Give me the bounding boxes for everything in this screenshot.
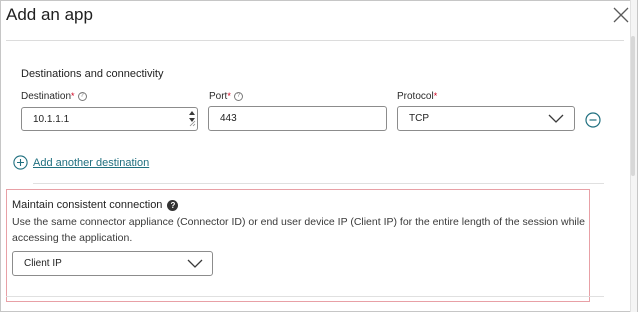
consistent-connection-description: Use the same connector appliance (Connec… (12, 216, 585, 244)
section-title-destinations: Destinations and connectivity (21, 68, 164, 80)
spin-stepper-icon[interactable] (188, 109, 196, 127)
question-circle-icon[interactable]: ? (167, 199, 179, 211)
header-divider (6, 40, 624, 41)
protocol-select[interactable]: TCP (397, 106, 575, 131)
protocol-label: Protocol* (397, 91, 437, 102)
required-marker: * (433, 91, 438, 101)
close-icon[interactable] (612, 6, 630, 24)
destination-label: Destination*? (21, 91, 87, 102)
protocol-label-text: Protocol (397, 91, 434, 102)
section-divider (6, 296, 604, 297)
question-circle-icon[interactable]: ? (77, 91, 87, 101)
protocol-value: TCP (409, 113, 429, 124)
scrollbar-thumb[interactable] (631, 36, 635, 176)
minus-circle-icon[interactable] (585, 112, 601, 128)
consistent-connection-value: Client IP (24, 258, 62, 269)
destination-value: 10.1.1.1 (33, 113, 70, 125)
add-destination-link[interactable]: Add another destination (13, 155, 149, 170)
consistent-connection-title-text: Maintain consistent connection (12, 199, 163, 211)
consistent-connection-title: Maintain consistent connection? (12, 199, 179, 211)
chevron-down-icon (548, 114, 564, 123)
add-destination-label: Add another destination (33, 156, 150, 169)
port-field[interactable]: 443 (208, 106, 387, 131)
chevron-down-icon (187, 259, 203, 268)
required-marker: * (227, 91, 231, 101)
dialog-title: Add an app (6, 5, 93, 24)
plus-circle-icon (13, 155, 28, 170)
port-label: Port*? (209, 91, 243, 102)
destination-field[interactable]: 10.1.1.1 (21, 107, 198, 131)
port-label-text: Port (209, 91, 228, 102)
question-circle-icon[interactable]: ? (233, 91, 243, 101)
destination-label-text: Destination (21, 91, 72, 102)
required-marker: * (71, 91, 75, 101)
consistent-connection-select[interactable]: Client IP (12, 251, 213, 276)
section-divider (33, 183, 604, 184)
port-value: 443 (220, 113, 237, 124)
